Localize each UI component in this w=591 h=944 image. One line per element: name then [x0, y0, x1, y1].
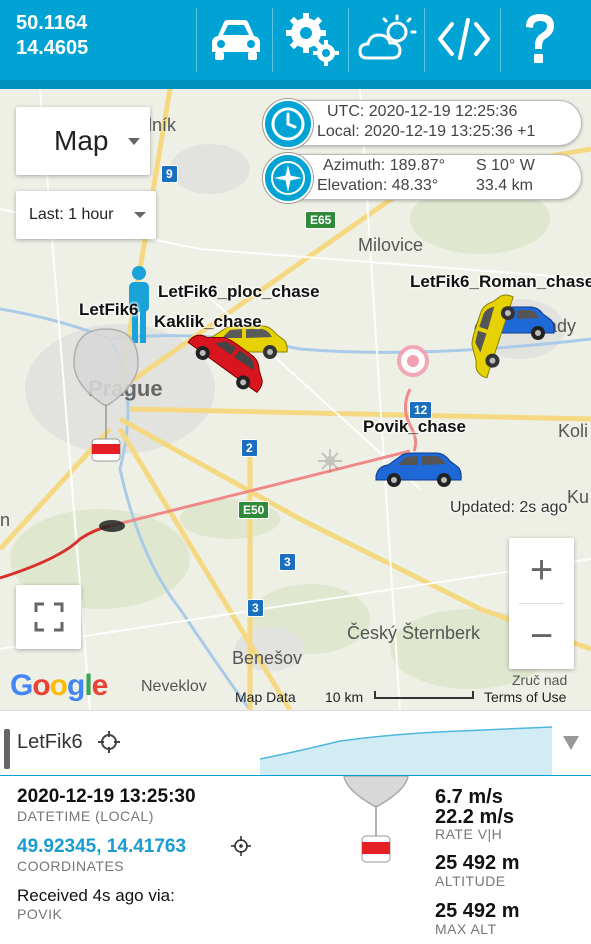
google-logo: Google	[10, 669, 108, 702]
place-label: n	[0, 510, 11, 530]
header-divider	[196, 8, 197, 72]
road-sign: 3	[279, 553, 296, 571]
help-icon	[526, 14, 554, 63]
time-range-select[interactable]: Last: 1 hour	[16, 191, 156, 239]
chevron-down-icon	[134, 212, 146, 218]
place-label: Ku	[567, 487, 590, 507]
altitude-sparkline	[260, 726, 552, 775]
svg-text:N: N	[286, 164, 291, 171]
crosshair-icon[interactable]	[98, 731, 120, 753]
max-altitude-value: 25 492 m	[435, 900, 520, 922]
terms-link[interactable]: Terms of Use	[484, 689, 566, 705]
map-view[interactable]: lník Milovice Prague Koli Ku ady n Český…	[0, 89, 591, 710]
datetime-label: DATETIME (LOCAL)	[17, 808, 154, 824]
place-label: Benešov	[232, 648, 303, 668]
road-sign: E50	[238, 501, 270, 519]
position-readout: 50.1164 14.4605	[16, 11, 88, 61]
weather-icon	[358, 14, 417, 60]
scale-bar	[374, 691, 474, 699]
marker-label: LetFik6_ploc_chase	[158, 282, 320, 301]
app-header: 50.1164 14.4605	[0, 0, 591, 80]
header-divider	[348, 8, 349, 72]
time-range-value: Last: 1 hour	[29, 206, 114, 223]
received-text: Received 4s ago via:	[17, 886, 175, 905]
car-blue-icon[interactable]	[372, 449, 464, 491]
settings-button[interactable]	[274, 0, 350, 78]
elevation: Elevation: 48.33°	[317, 177, 439, 194]
place-label: Neveklov	[141, 678, 207, 695]
marker-label: LetFik6	[79, 300, 139, 319]
receiver-name: POVIK	[17, 906, 63, 922]
fullscreen-icon	[34, 602, 63, 632]
place-label: Zruč nad	[512, 672, 568, 688]
chevron-down-icon	[128, 138, 140, 145]
max-altitude-label: MAX ALT	[435, 921, 497, 937]
header-divider	[424, 8, 425, 72]
place-label: Koli	[558, 421, 589, 441]
azimuth: Azimuth: 189.87°	[323, 157, 446, 174]
header-divider	[500, 8, 501, 72]
collapse-icon[interactable]	[563, 736, 579, 750]
header-underline	[0, 80, 591, 89]
zoom-in-button[interactable]: +	[509, 538, 574, 603]
altitude-label: ALTITUDE	[435, 873, 506, 889]
help-button[interactable]	[502, 0, 578, 78]
drag-handle[interactable]	[4, 729, 10, 769]
header-divider	[272, 8, 273, 72]
zoom-controls: + −	[509, 538, 574, 669]
map-data-link[interactable]: Map Data	[235, 689, 296, 705]
road-sign: 9	[161, 165, 178, 183]
gears-icon	[286, 13, 339, 66]
chase-car-button[interactable]	[198, 0, 274, 78]
balloon-icon	[343, 776, 409, 863]
look-angles-box: N Azimuth: 189.87° S 10° W Elevation: 48…	[263, 153, 582, 203]
crosshair-icon[interactable]	[231, 836, 251, 856]
map-type-select[interactable]: Map	[16, 107, 150, 175]
vehicle-name: LetFik6	[17, 731, 83, 753]
code-icon	[438, 18, 490, 60]
road-sign: 2	[241, 439, 258, 457]
updated-status: Updated: 2s ago	[450, 499, 568, 516]
coordinates-value[interactable]: 49.92345, 14.41763	[17, 836, 186, 858]
time-info-box: UTC: 2020-12-19 12:25:36 Local: 2020-12-…	[263, 99, 582, 149]
map-scale: 10 km	[325, 689, 364, 705]
altitude-value: 25 492 m	[435, 852, 520, 874]
distance: 33.4 km	[476, 177, 533, 194]
marker-label: Kaklik_chase	[154, 312, 262, 331]
weather-button[interactable]	[350, 0, 426, 78]
zoom-out-button[interactable]: −	[509, 604, 574, 669]
direction: S 10° W	[476, 157, 535, 174]
compass-icon: N	[263, 153, 313, 203]
rate-label: RATE V|H	[435, 826, 503, 842]
clock-icon	[263, 99, 313, 149]
car-icon	[212, 20, 260, 60]
road-sign: E65	[305, 211, 337, 229]
road-sign: 3	[247, 599, 264, 617]
place-label: Český Šternberk	[347, 623, 481, 643]
place-label: Milovice	[358, 235, 424, 255]
marker-label: LetFik6_Roman_chase	[410, 272, 591, 291]
marker-label: Povik_chase	[363, 417, 467, 436]
api-button[interactable]	[426, 0, 502, 78]
place-label: lník	[148, 115, 177, 135]
map-type-value: Map	[54, 125, 109, 156]
fullscreen-button[interactable]	[16, 585, 81, 649]
local-time: Local: 2020-12-19 13:25:36 +1	[317, 123, 536, 140]
utc-time: UTC: 2020-12-19 12:25:36	[327, 103, 518, 120]
datetime-value: 2020-12-19 13:25:30	[17, 786, 196, 807]
balloon-icon[interactable]	[72, 327, 140, 467]
longitude-text: 14.4605	[16, 37, 89, 59]
telemetry-panel: 2020-12-19 13:25:30 DATETIME (LOCAL) 49.…	[0, 776, 591, 944]
coordinates-label: COORDINATES	[17, 858, 125, 874]
vehicle-selector[interactable]: LetFik6	[0, 710, 591, 777]
latitude-text: 50.1164	[16, 12, 88, 34]
